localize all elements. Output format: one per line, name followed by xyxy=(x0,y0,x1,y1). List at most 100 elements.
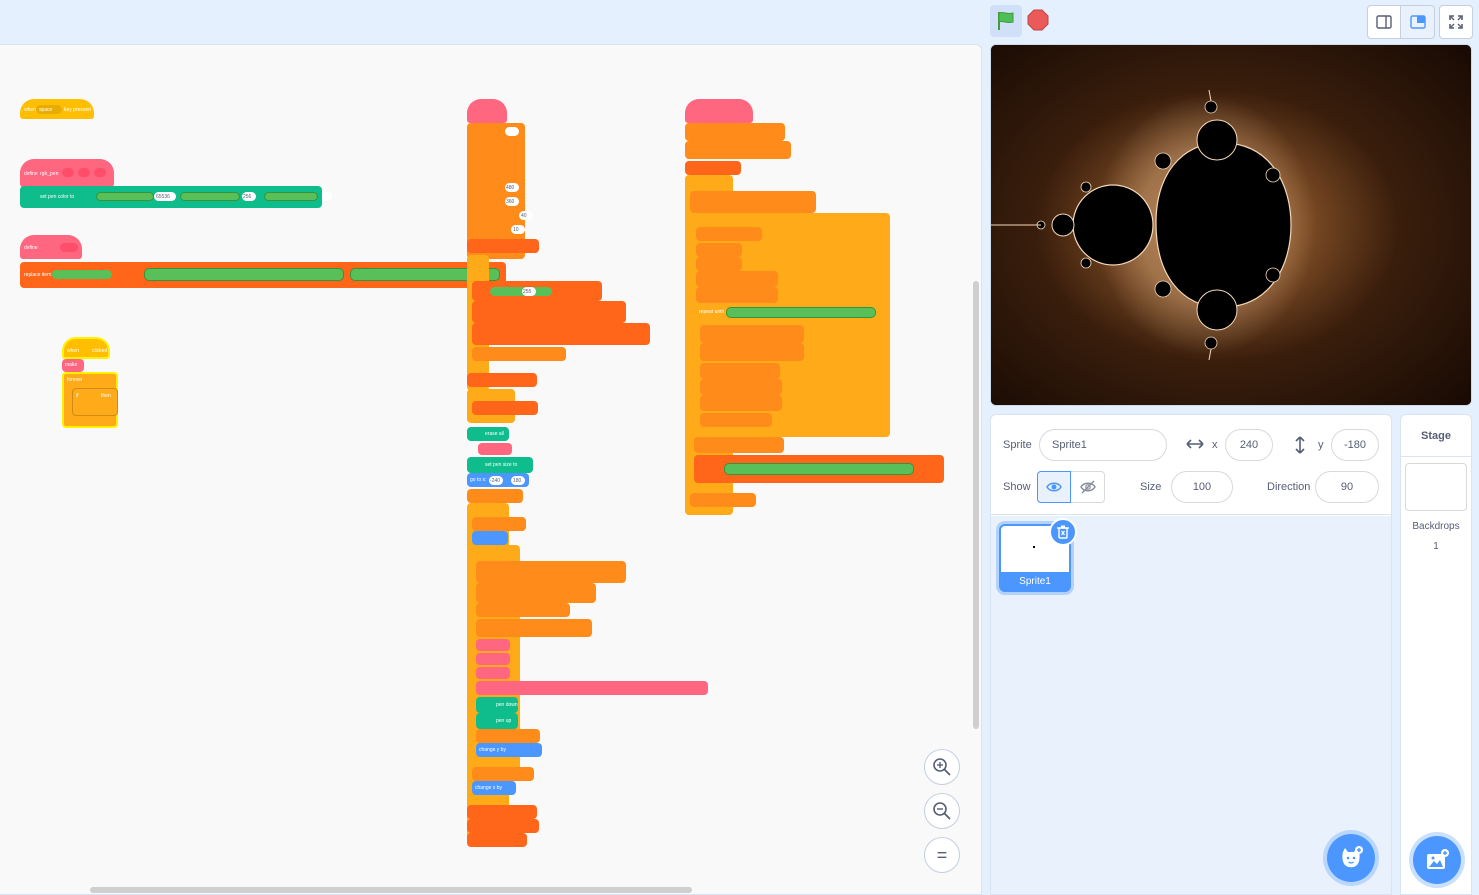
change-px-block[interactable] xyxy=(472,767,534,781)
y-input[interactable]: -180 xyxy=(1331,429,1379,461)
zoom-out-button[interactable] xyxy=(924,793,960,829)
add-to-scheme-3[interactable] xyxy=(472,323,650,345)
delete-all-cm-col[interactable] xyxy=(467,373,537,387)
choose-backdrop-button[interactable] xyxy=(1413,836,1461,884)
set-cur-iter[interactable] xyxy=(696,227,762,241)
fullscreen-button[interactable] xyxy=(1439,5,1473,39)
stop-button[interactable] xyxy=(1026,8,1050,32)
sprite-name-input[interactable]: Sprite1 xyxy=(1039,429,1167,461)
add-to-scheme-1[interactable]: 255 xyxy=(472,281,602,301)
operator-add-1[interactable] xyxy=(52,270,112,279)
cm-col-call-2[interactable] xyxy=(476,653,510,665)
define-iterate-block[interactable] xyxy=(685,99,753,123)
horizontal-scrollbar[interactable] xyxy=(90,887,692,893)
set-zr[interactable] xyxy=(696,243,742,257)
stage-canvas[interactable] xyxy=(990,44,1472,406)
forever-block[interactable]: forever if then xyxy=(62,372,118,428)
green-flag-button[interactable] xyxy=(990,5,1022,37)
number-65536-input[interactable]: 65536 xyxy=(154,192,176,201)
code-workspace[interactable]: when space key pressed define rgb_pen se… xyxy=(0,44,982,895)
or-condition[interactable] xyxy=(726,307,876,318)
set-py-block[interactable] xyxy=(472,517,526,531)
cm-col-call-1[interactable] xyxy=(476,639,510,651)
set-zr-2[interactable] xyxy=(700,363,780,379)
change-cr-block[interactable] xyxy=(690,493,756,507)
join-op[interactable] xyxy=(724,463,914,475)
sprite-tile[interactable]: Sprite1 xyxy=(999,518,1077,592)
change-py-block[interactable] xyxy=(476,729,540,743)
var-input-10[interactable]: 10 xyxy=(511,225,525,234)
set-pen-color-block[interactable]: set pen color to 65536 256 xyxy=(20,186,332,208)
zoom-in-button[interactable] xyxy=(924,749,960,785)
param-g[interactable] xyxy=(78,168,90,177)
pen-up-block[interactable]: pen up xyxy=(476,713,518,729)
define-make-block[interactable] xyxy=(467,99,507,123)
operator-round[interactable] xyxy=(96,192,154,201)
set-zr2-2[interactable] xyxy=(700,379,782,395)
add-to-col-block[interactable] xyxy=(694,455,944,483)
show-visible-button[interactable] xyxy=(1037,471,1071,503)
set-zi2-2[interactable] xyxy=(700,395,782,411)
floor-op-1[interactable] xyxy=(490,287,552,296)
set-tmp-block[interactable] xyxy=(476,583,596,603)
y-input[interactable]: 180 xyxy=(511,476,525,485)
change-ci-block[interactable] xyxy=(694,437,784,453)
change-x-block[interactable]: change x by xyxy=(472,781,516,795)
erase-all-block[interactable]: erase all xyxy=(467,427,509,441)
key-dropdown[interactable]: space xyxy=(36,105,62,114)
set-zi-2[interactable] xyxy=(700,343,804,361)
x-input[interactable]: 240 xyxy=(1225,429,1273,461)
var-input-360[interactable]: 360 xyxy=(505,197,519,206)
show-hidden-button[interactable] xyxy=(1071,471,1105,503)
call-block[interactable] xyxy=(478,443,512,455)
delete-sprite-button[interactable] xyxy=(1049,518,1077,546)
cm-col-call-3[interactable] xyxy=(476,667,510,679)
repeat-until-block[interactable]: repeat until xyxy=(696,303,888,321)
set-it-block[interactable] xyxy=(476,561,626,583)
set-zi[interactable] xyxy=(696,257,742,271)
stage-thumbnail[interactable] xyxy=(1405,463,1467,511)
rgb-pen-call[interactable] xyxy=(476,681,708,695)
vertical-scrollbar[interactable] xyxy=(973,281,979,729)
param-b[interactable] xyxy=(94,168,106,177)
operator-floor[interactable] xyxy=(264,192,318,201)
if-block[interactable]: if then xyxy=(72,388,118,416)
set-px-block[interactable] xyxy=(467,489,523,503)
delete-scheme[interactable] xyxy=(467,819,539,833)
replace-item-block[interactable]: replace item xyxy=(20,262,506,288)
var-input-1[interactable] xyxy=(505,127,519,136)
zoom-reset-button[interactable]: = xyxy=(924,837,960,873)
make-call-block[interactable]: make xyxy=(62,359,84,372)
define-rgb-pen-block[interactable]: define rgb_pen xyxy=(20,159,114,187)
operator-mult[interactable] xyxy=(180,192,240,201)
delete-all-scheme-block[interactable] xyxy=(467,239,539,253)
when-flag-clicked-block[interactable]: when clicked xyxy=(62,337,110,359)
set-zr2[interactable] xyxy=(696,271,778,287)
set-ii-block[interactable] xyxy=(476,603,570,617)
param-offset[interactable] xyxy=(60,243,78,252)
stage-pane[interactable]: Stage Backdrops 1 xyxy=(1400,414,1472,895)
set-pen-size-block[interactable]: set pen size to xyxy=(467,457,533,473)
x-input[interactable]: -240 xyxy=(489,476,503,485)
change-y-block[interactable]: change y by xyxy=(476,743,542,757)
set-y-block[interactable] xyxy=(472,531,508,545)
go-to-xy-block[interactable]: go to x: -240 180 xyxy=(467,473,529,487)
number-255-1[interactable]: 255 xyxy=(522,287,536,296)
set-zi2[interactable] xyxy=(696,287,778,303)
number-256-input[interactable]: 256 xyxy=(242,192,256,201)
size-input[interactable]: 100 xyxy=(1171,471,1233,503)
choose-sprite-button[interactable] xyxy=(1327,834,1375,882)
change-step-block[interactable] xyxy=(472,347,566,361)
add-to-scheme-2[interactable] xyxy=(472,301,626,323)
set-ttt-block[interactable] xyxy=(476,619,592,637)
set-ci-block[interactable] xyxy=(690,191,816,213)
set-cr-block[interactable] xyxy=(685,123,785,141)
normal-stage-button[interactable] xyxy=(1401,5,1435,39)
delete-col-2[interactable] xyxy=(685,161,741,175)
var-input-480[interactable]: 480 xyxy=(505,183,519,192)
define-cm-col-block[interactable]: define xyxy=(20,235,82,259)
set-tmp-2[interactable] xyxy=(700,325,804,343)
number-1-input[interactable] xyxy=(322,192,332,201)
small-stage-button[interactable] xyxy=(1367,5,1401,39)
param-r[interactable] xyxy=(62,168,74,177)
